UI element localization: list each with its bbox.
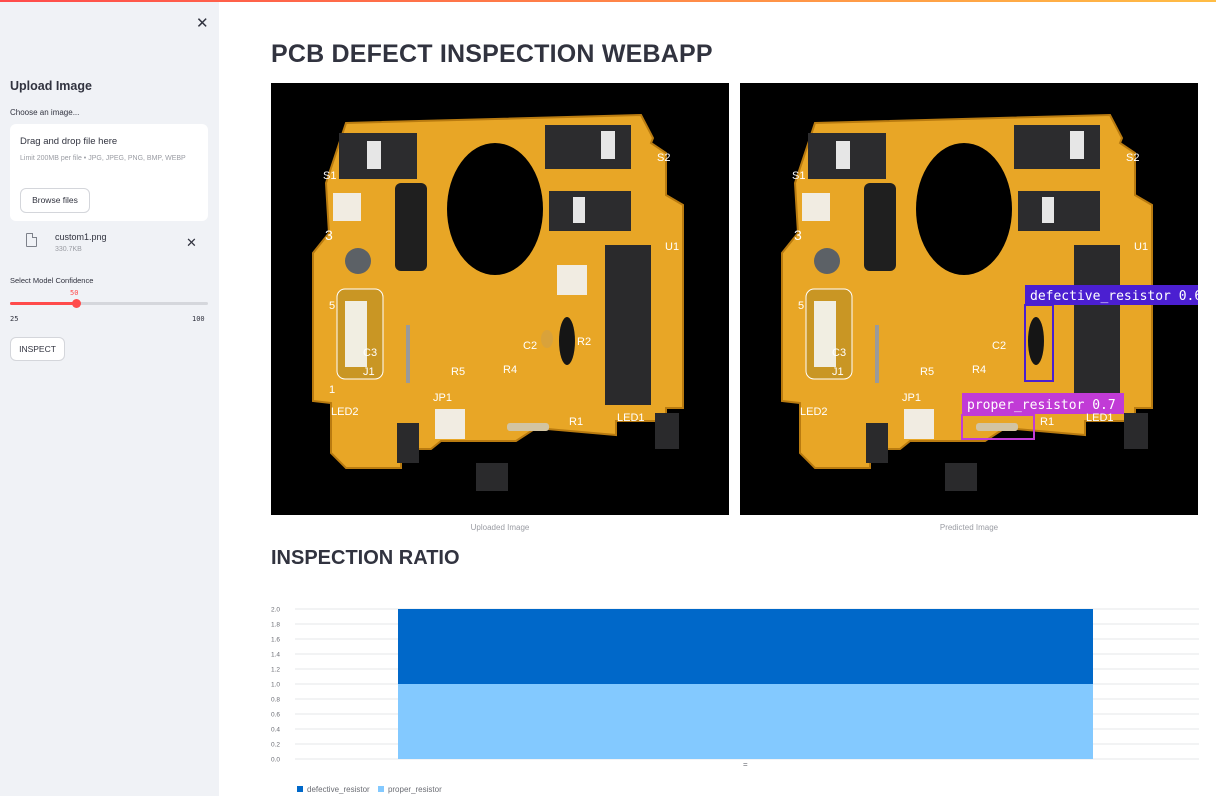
file-dropzone[interactable]: Drag and drop file here Limit 200MB per …: [10, 124, 208, 221]
y-tick-label: 1.2: [271, 667, 280, 674]
svg-text:R1: R1: [1040, 416, 1054, 428]
svg-text:R5: R5: [451, 366, 465, 378]
svg-text:R5: R5: [920, 366, 934, 378]
slider-fill: [10, 302, 76, 305]
y-tick-label: 1.0: [271, 682, 280, 689]
svg-text:U1: U1: [665, 241, 679, 253]
defective-detection-label: defective_resistor 0.6: [1030, 289, 1198, 304]
svg-text:LED2: LED2: [800, 406, 828, 418]
legend-item-defective[interactable]: defective_resistor: [297, 785, 370, 794]
svg-text:S1: S1: [323, 170, 336, 182]
page-title: PCB DEFECT INSPECTION WEBAPP: [271, 40, 713, 68]
y-tick-label: 2.0: [271, 607, 280, 614]
svg-text:R4: R4: [503, 364, 517, 376]
close-sidebar-icon[interactable]: ✕: [196, 14, 209, 32]
dropzone-limit: Limit 200MB per file • JPG, JPEG, PNG, B…: [20, 155, 186, 162]
choose-image-label: Choose an image...: [10, 108, 80, 117]
confidence-slider[interactable]: [10, 299, 208, 308]
upload-title: Upload Image: [10, 79, 92, 93]
svg-text:C2: C2: [523, 340, 537, 352]
y-tick-label: 0.4: [271, 727, 280, 734]
confidence-value: 50: [70, 289, 79, 297]
dropzone-text: Drag and drop file here: [20, 136, 118, 147]
confidence-label: Select Model Confidence: [10, 276, 94, 285]
uploaded-file-name: custom1.png: [55, 232, 107, 242]
svg-text:R1: R1: [569, 416, 583, 428]
inspect-button[interactable]: INSPECT: [10, 337, 65, 361]
y-tick-label: 0.0: [271, 757, 280, 764]
svg-text:S2: S2: [1126, 152, 1139, 164]
svg-text:C3: C3: [363, 347, 377, 359]
y-tick-label: 1.4: [271, 652, 280, 659]
bar-defective-resistor[interactable]: [398, 609, 1093, 684]
file-icon: [26, 232, 38, 247]
svg-text:U1: U1: [1134, 241, 1148, 253]
x-axis-label: =: [743, 760, 748, 769]
remove-file-icon[interactable]: ✕: [186, 235, 197, 251]
legend-label-defective: defective_resistor: [307, 785, 370, 794]
svg-text:C2: C2: [992, 340, 1006, 352]
svg-text:LED1: LED1: [617, 412, 645, 424]
y-tick-label: 1.6: [271, 637, 280, 644]
predicted-image: defective_resistor 0.6 proper_resistor 0…: [740, 83, 1198, 515]
svg-text:S2: S2: [657, 152, 670, 164]
svg-text:1: 1: [329, 384, 335, 396]
svg-text:5: 5: [329, 300, 335, 312]
y-tick-label: 0.6: [271, 712, 280, 719]
slider-thumb[interactable]: [71, 299, 81, 308]
uploaded-image-caption: Uploaded Image: [470, 523, 530, 532]
svg-text:LED1: LED1: [1086, 412, 1114, 424]
predicted-image-caption: Predicted Image: [939, 523, 999, 532]
uploaded-image: S1 S2 U1 3 5 C3 J1 1 C2 R2 R1 LED1 LED2 …: [271, 83, 729, 515]
uploaded-file-size: 330.7KB: [55, 246, 82, 253]
svg-text:J1: J1: [832, 366, 844, 378]
chart-legend: defective_resistor proper_resistor: [297, 785, 448, 794]
svg-text:C3: C3: [832, 347, 846, 359]
svg-text:R2: R2: [577, 336, 591, 348]
browse-files-button[interactable]: Browse files: [20, 188, 90, 213]
confidence-min: 25: [10, 315, 19, 323]
main-content: PCB DEFECT INSPECTION WEBAPP S1 S2 U1 3 …: [219, 2, 1216, 796]
svg-text:R4: R4: [972, 364, 986, 376]
y-tick-label: 0.8: [271, 697, 280, 704]
legend-label-proper: proper_resistor: [387, 785, 442, 794]
proper-detection-label: proper_resistor 0.7: [967, 398, 1116, 413]
svg-text:J1: J1: [363, 366, 375, 378]
svg-text:3: 3: [325, 227, 333, 243]
svg-text:S1: S1: [792, 170, 805, 182]
legend-item-proper[interactable]: proper_resistor: [377, 785, 442, 794]
section-title-inspection-ratio: INSPECTION RATIO: [271, 547, 460, 569]
pcb-image-predicted: defective_resistor 0.6 proper_resistor 0…: [781, 113, 1198, 491]
svg-text:LED2: LED2: [331, 406, 359, 418]
bar-proper-resistor[interactable]: [398, 684, 1093, 759]
svg-text:5: 5: [798, 300, 804, 312]
confidence-max: 100: [192, 315, 205, 323]
inspection-ratio-chart: 0.0 0.2 0.4 0.6 0.8 1.0 1.2 1.4 1.6 1.8 2.0: [271, 607, 1199, 764]
svg-text:JP1: JP1: [902, 392, 921, 404]
y-tick-label: 1.8: [271, 622, 280, 629]
svg-text:3: 3: [794, 227, 802, 243]
y-tick-label: 0.2: [271, 742, 280, 749]
svg-text:JP1: JP1: [433, 392, 452, 404]
sidebar: ✕ Upload Image Choose an image... Drag a…: [0, 2, 219, 796]
pcb-image-original: S1 S2 U1 3 5 C3 J1 1 C2 R2 R1 LED1 LED2 …: [312, 113, 684, 491]
